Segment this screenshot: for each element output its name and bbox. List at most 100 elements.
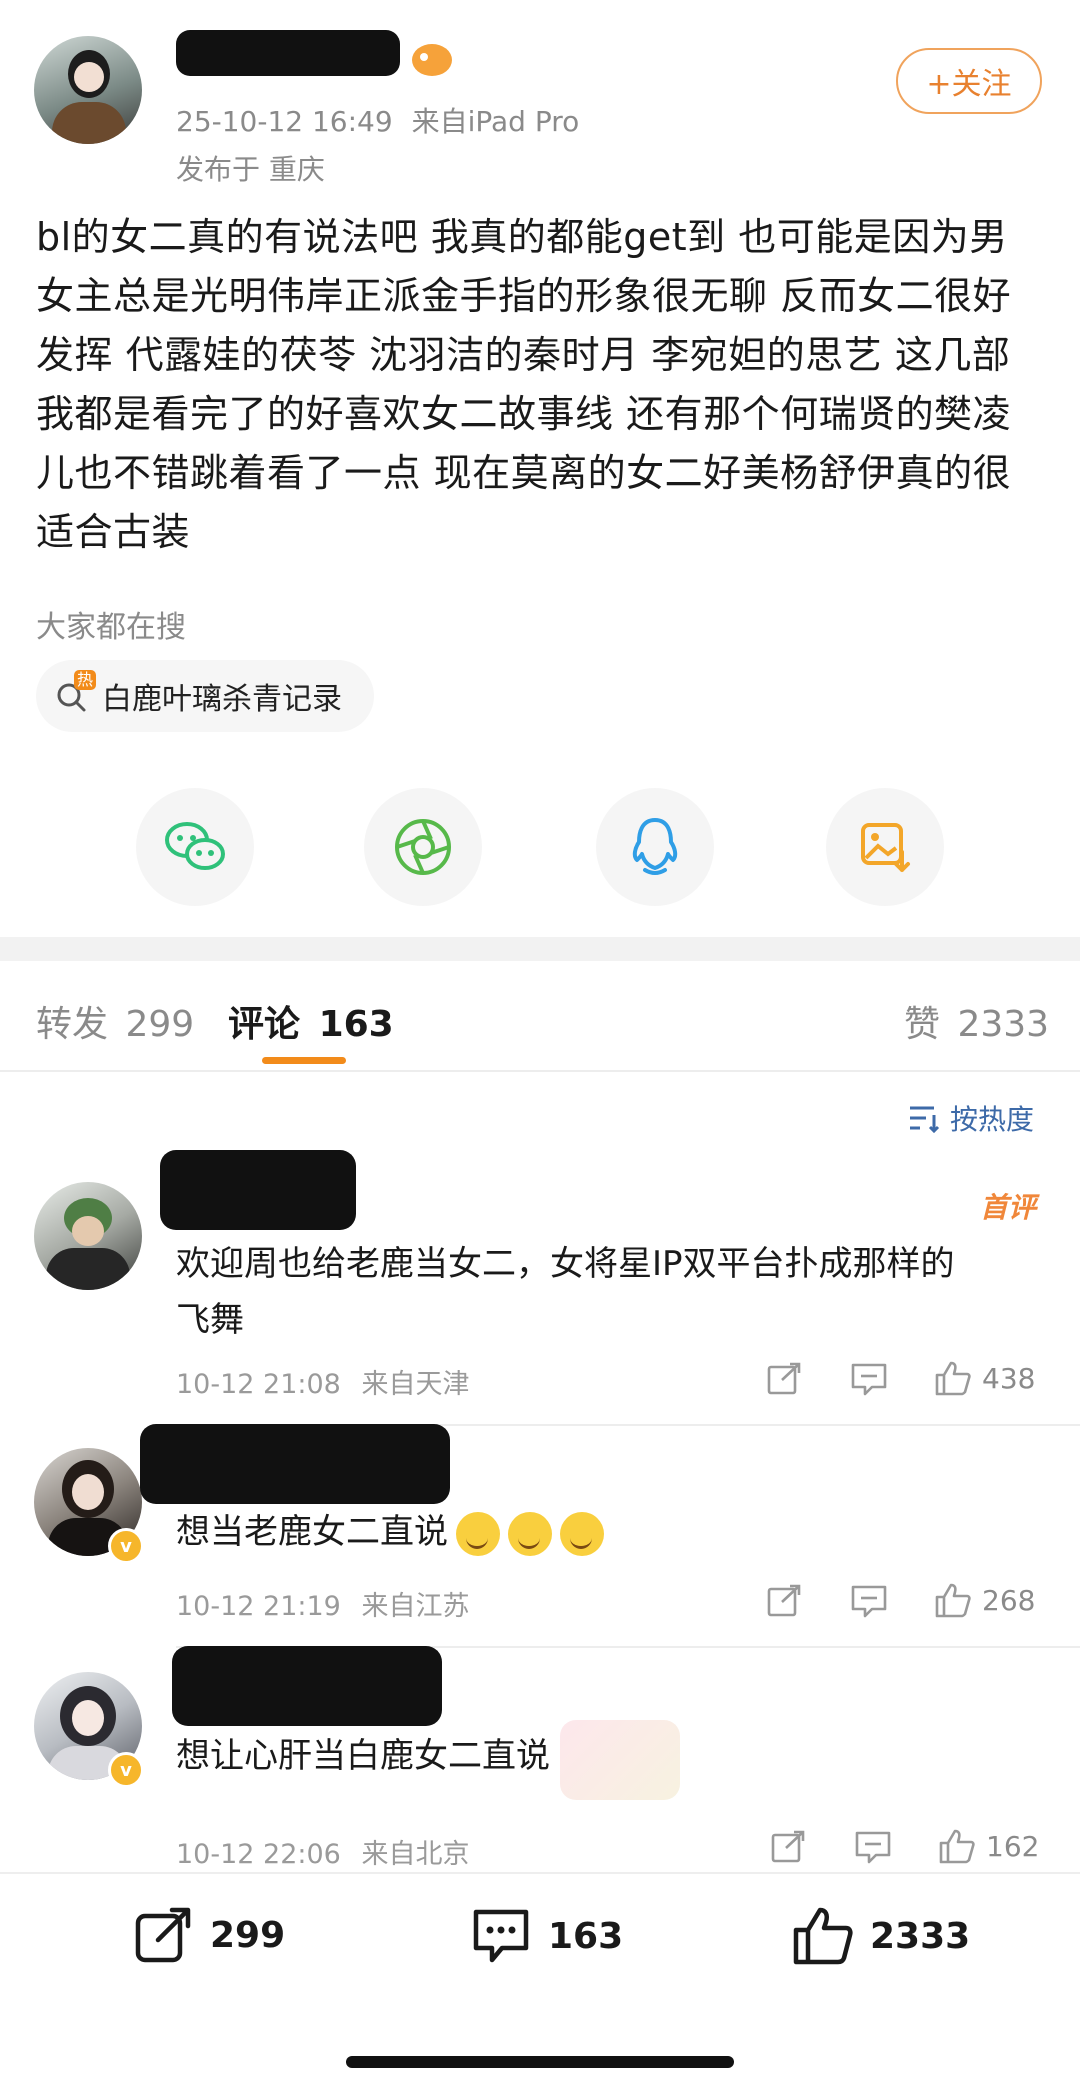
commenter-avatar[interactable] — [34, 1182, 142, 1290]
commenter-name-redacted[interactable] — [140, 1424, 450, 1504]
follow-label: +关注 — [926, 67, 1012, 102]
tabs-divider — [0, 1070, 1080, 1072]
post-line: 发挥 代露娃的茯苓 沈羽洁的秦时月 李宛妲的思艺 这几部 — [36, 333, 1011, 377]
reply-icon — [855, 1831, 891, 1864]
bottom-repost-button[interactable]: 299 — [134, 1906, 285, 1964]
comment-line: 想让心肝当白鹿女二直说 — [176, 1736, 550, 1776]
comment-location: 来自天津 — [361, 1369, 470, 1400]
hot-search-label: 白鹿叶璃杀青记录 — [102, 682, 342, 717]
comment-like-count: 438 — [982, 1361, 1036, 1395]
active-tab-indicator — [262, 1057, 346, 1064]
comment-share-button[interactable] — [766, 1584, 802, 1618]
comment-share-button[interactable] — [766, 1362, 802, 1396]
save-image-icon — [861, 823, 910, 872]
reply-icon — [851, 1363, 887, 1396]
moments-icon — [395, 819, 451, 875]
repost-icon — [135, 1907, 191, 1963]
comment-share-button[interactable] — [770, 1830, 806, 1864]
post-line: 我都是看完了的好喜欢女二故事线 还有那个何瑞贤的樊凌 — [36, 392, 1012, 436]
comment-like-button[interactable]: 438 — [934, 1360, 1035, 1396]
share-qq-button[interactable] — [596, 788, 714, 906]
thumbs-up-icon — [935, 1361, 971, 1396]
post-line: 适合古装 — [36, 510, 191, 554]
verified-badge-icon: v — [108, 1752, 144, 1788]
share-moments-button[interactable] — [364, 788, 482, 906]
comment-reply-button[interactable] — [850, 1584, 888, 1618]
commenter-name-redacted[interactable] — [160, 1150, 356, 1230]
hot-badge: 热 — [73, 670, 96, 690]
fan-badge-icon — [412, 44, 452, 76]
comment-time: 10-12 21:19 — [176, 1591, 341, 1622]
post-meta: 25-10-12 16:49 来自iPad Pro — [176, 100, 579, 140]
comment-like-button[interactable]: 162 — [938, 1828, 1039, 1864]
section-gap — [0, 937, 1080, 961]
tab-likes-label: 赞 — [904, 1004, 941, 1045]
commenter-name-redacted[interactable] — [172, 1646, 442, 1726]
shush-emoji-icon — [560, 1511, 604, 1556]
comment-location: 来自江苏 — [361, 1591, 470, 1622]
comment-meta: 10-12 22:06 来自北京 — [176, 1832, 469, 1871]
post-location: 发布于 重庆 — [176, 153, 325, 186]
hot-search-heading: 大家都在搜 — [36, 610, 186, 645]
share-wechat-button[interactable] — [136, 788, 254, 906]
post-line: 儿也不错跳着看了一点 现在莫离的女二好美杨舒伊真的很 — [36, 451, 1012, 495]
comment-time: 10-12 21:08 — [176, 1369, 341, 1400]
tab-repost[interactable]: 转发 299 — [36, 995, 194, 1047]
reply-icon — [851, 1585, 887, 1618]
thumbs-up-icon — [939, 1829, 975, 1864]
tab-comments-label: 评论 — [228, 1004, 301, 1045]
tab-repost-label: 转发 — [36, 1004, 109, 1045]
comment-text: 想让心肝当白鹿女二直说 — [176, 1728, 1056, 1784]
comment-meta: 10-12 21:19 来自江苏 — [176, 1584, 469, 1623]
sort-label: 按热度 — [950, 1103, 1035, 1136]
wechat-icon — [165, 822, 225, 870]
tab-likes[interactable]: 赞 2333 — [904, 995, 1049, 1047]
sort-by-hot-button[interactable]: 按热度 — [908, 1098, 1034, 1138]
comment-text: 欢迎周也给老鹿当女二，女将星IP双平台扑成那样的 飞舞 — [176, 1236, 1056, 1348]
comment-like-count: 162 — [986, 1829, 1040, 1863]
comment-reply-button[interactable] — [850, 1362, 888, 1396]
post-line: 女主总是光明伟岸正派金手指的形象很无聊 反而女二很好 — [36, 274, 1012, 318]
comment-location: 来自北京 — [361, 1839, 470, 1870]
share-icon — [771, 1830, 805, 1863]
comment-like-button[interactable]: 268 — [934, 1582, 1035, 1618]
qq-icon — [632, 818, 678, 875]
hot-search-icon: 热 — [54, 670, 96, 714]
post-line: bl的女二真的有说法吧 我真的都能get到 也可能是因为男 — [36, 215, 1008, 259]
tab-comments[interactable]: 评论 163 — [228, 995, 394, 1047]
home-indicator[interactable] — [346, 2056, 734, 2068]
comment-line: 欢迎周也给老鹿当女二，女将星IP双平台扑成那样的 — [176, 1244, 955, 1284]
comment-text: 想当老鹿女二直说 — [176, 1504, 1056, 1560]
comment-icon — [473, 1909, 529, 1963]
bottom-repost-count: 299 — [210, 1914, 286, 1956]
bottom-comment-button[interactable]: 163 — [470, 1906, 623, 1966]
hot-search-chip[interactable]: 热 白鹿叶璃杀青记录 — [36, 660, 374, 732]
shush-emoji-icon — [456, 1511, 500, 1556]
shush-emoji-icon — [508, 1511, 552, 1556]
comment-time: 10-12 22:06 — [176, 1839, 341, 1870]
bottom-comment-count: 163 — [548, 1915, 624, 1957]
author-name-redacted[interactable] — [176, 30, 400, 76]
post-source: 来自iPad Pro — [411, 105, 580, 138]
thumbs-up-icon — [793, 1907, 853, 1965]
comment-meta: 10-12 21:08 来自天津 — [176, 1362, 469, 1401]
share-icon — [767, 1362, 801, 1395]
post-timestamp: 25-10-12 16:49 — [176, 105, 393, 138]
sort-icon — [910, 1106, 940, 1133]
comment-line: 想当老鹿女二直说 — [176, 1512, 448, 1552]
follow-button[interactable]: +关注 — [896, 48, 1042, 114]
tab-repost-count: 299 — [125, 1004, 195, 1045]
thumbs-up-icon — [935, 1583, 971, 1618]
share-icon — [767, 1584, 801, 1617]
bottom-like-button[interactable]: 2333 — [792, 1906, 970, 1966]
post-body: bl的女二真的有说法吧 我真的都能get到 也可能是因为男 女主总是光明伟岸正派… — [36, 208, 1046, 562]
bottom-bar-divider — [0, 1872, 1080, 1874]
verified-badge-icon: v — [108, 1528, 144, 1564]
bottom-like-count: 2333 — [870, 1915, 971, 1957]
save-image-button[interactable] — [826, 788, 944, 906]
comment-reply-button[interactable] — [854, 1830, 892, 1864]
author-avatar[interactable] — [34, 36, 142, 144]
tab-likes-count: 2333 — [957, 1004, 1050, 1045]
tab-comments-count: 163 — [318, 1004, 394, 1045]
comment-line: 飞舞 — [176, 1300, 244, 1340]
